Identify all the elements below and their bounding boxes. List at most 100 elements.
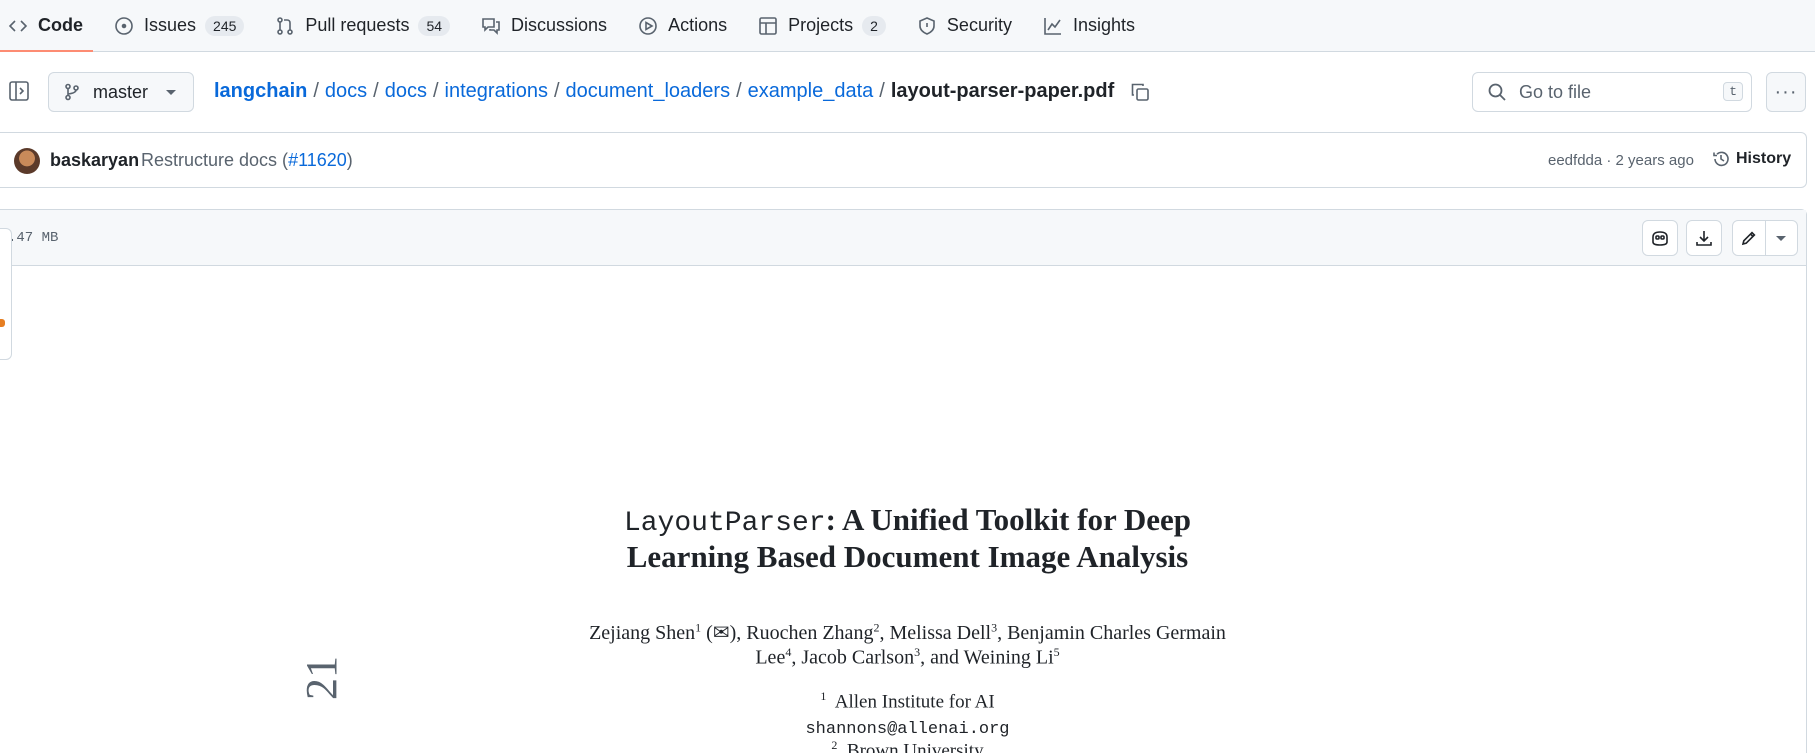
author-name: Jacob Carlson	[801, 646, 915, 669]
commit-sha-and-time[interactable]: eedfdda · 2 years ago	[1548, 152, 1694, 169]
copilot-icon	[1652, 231, 1668, 246]
pdf-margin-arxiv-text: 21	[297, 656, 346, 700]
pdf-authors-line-1: Zejiang Shen1 (✉), Ruochen Zhang2, Melis…	[0, 620, 1815, 645]
commit-author-link[interactable]: baskaryan	[50, 150, 139, 171]
tab-pull-requests[interactable]: Pull requests 54	[275, 0, 451, 52]
author-sep: (✉),	[701, 622, 747, 644]
author-sup: 5	[1053, 645, 1060, 659]
affiliation-sup: 2	[831, 738, 838, 752]
affiliation-name: Allen Institute for AI	[834, 691, 995, 713]
tab-pull-requests-label: Pull requests	[305, 15, 410, 35]
commit-pr-link[interactable]: #11620	[288, 150, 347, 170]
pdf-title-rest: : A Unified Toolkit for Deep	[825, 502, 1192, 537]
pulls-counter: 54	[418, 15, 451, 36]
chevron-down-icon	[1776, 235, 1787, 241]
graph-icon	[1044, 17, 1061, 35]
avatar[interactable]	[14, 148, 40, 174]
tab-security[interactable]: Security	[917, 0, 1012, 52]
breadcrumb-current-file: layout-parser-paper.pdf	[890, 80, 1115, 102]
breadcrumb-repo-link[interactable]: langchain	[214, 80, 307, 103]
breadcrumb-separator: /	[373, 80, 379, 102]
copy-icon	[1131, 83, 1150, 101]
breadcrumb-separator: /	[432, 80, 439, 102]
author-sep: , Benjamin Charles Germain	[997, 622, 1226, 644]
breadcrumb-example-data-link[interactable]: example_data	[748, 80, 874, 103]
search-icon	[1488, 83, 1506, 101]
file-path-bar: master langchain / docs / docs / integra…	[0, 52, 1815, 132]
tab-projects-label: Projects	[788, 15, 854, 35]
tab-discussions[interactable]: Discussions	[481, 0, 607, 52]
affiliation-name: Brown University	[846, 740, 984, 753]
copy-path-button[interactable]	[1130, 82, 1150, 102]
commit-message-text: Restructure docs (	[141, 150, 289, 170]
tab-code-label: Code	[38, 15, 83, 35]
tab-security-label: Security	[946, 15, 1012, 35]
breadcrumb-docs-docs-link[interactable]: docs	[385, 80, 427, 103]
tab-discussions-label: Discussions	[511, 15, 608, 35]
tab-actions[interactable]: Actions	[638, 0, 727, 52]
play-icon	[639, 16, 657, 35]
tab-issues[interactable]: Issues 245	[114, 0, 245, 52]
pull-request-icon	[277, 16, 294, 35]
tab-code[interactable]: Code	[0, 0, 93, 52]
issues-counter: 245	[205, 15, 245, 36]
tab-projects[interactable]: Projects 2	[758, 0, 886, 52]
edit-options-dropdown[interactable]	[1764, 221, 1797, 255]
pdf-email-1: shannons@allenai.org	[0, 716, 1815, 739]
author-name: Lee	[755, 646, 786, 669]
branch-name: master	[93, 81, 149, 102]
file-size: .47 MB	[8, 230, 59, 246]
breadcrumb: langchain / docs / docs / integrations /…	[214, 80, 1150, 103]
pdf-affiliation-2: 2 Brown University	[0, 738, 1815, 753]
sidebar-expand-icon	[9, 81, 29, 101]
pdf-preview: LayoutParser: A Unified Toolkit for Deep…	[0, 266, 1807, 753]
edit-button-group	[1732, 220, 1798, 256]
breadcrumb-integrations-link[interactable]: integrations	[445, 80, 548, 103]
projects-counter: 2	[862, 15, 886, 36]
tab-insights[interactable]: Insights	[1043, 0, 1135, 52]
breadcrumb-separator: /	[313, 80, 319, 102]
kebab-horizontal-icon: ···	[1774, 80, 1798, 103]
pdf-title-line-1: LayoutParser: A Unified Toolkit for Deep	[0, 502, 1815, 539]
latest-commit-bar: baskaryan Restructure docs (#11620) eedf…	[0, 132, 1807, 188]
history-button[interactable]: History	[1712, 150, 1791, 168]
discussion-icon	[482, 17, 500, 35]
more-options-button[interactable]: ···	[1766, 72, 1806, 112]
shield-icon	[919, 16, 935, 35]
tab-issues-label: Issues	[144, 15, 197, 35]
tab-insights-label: Insights	[1072, 15, 1135, 35]
pdf-title-line-2: Learning Based Document Image Analysis	[626, 539, 1189, 574]
history-label: History	[1736, 150, 1792, 167]
breadcrumb-document-loaders-link[interactable]: document_loaders	[566, 80, 731, 103]
pdf-authors-line-2: Lee4, Jacob Carlson3, and Weining Li5	[0, 645, 1815, 670]
download-raw-button[interactable]	[1686, 220, 1722, 256]
go-to-file-input[interactable]	[1519, 81, 1719, 103]
breadcrumb-docs-link[interactable]: docs	[325, 80, 367, 103]
commit-message[interactable]: Restructure docs (#11620)	[141, 150, 353, 171]
author-name: Melissa Dell	[889, 622, 992, 644]
breadcrumb-separator: /	[736, 80, 742, 102]
table-icon	[759, 16, 777, 35]
author-name: Weining Li	[963, 646, 1054, 669]
author-sep: ,	[791, 646, 802, 669]
pencil-icon	[1741, 231, 1756, 246]
pdf-title-mono: LayoutParser	[623, 508, 826, 539]
commit-message-end: )	[346, 150, 353, 170]
repo-nav: Code Issues 245 Pull requests 54 Discuss…	[0, 0, 1815, 52]
issue-icon	[115, 16, 133, 35]
branch-selector-button[interactable]: master	[48, 72, 194, 112]
author-sep: ,	[879, 622, 890, 644]
go-to-file-search[interactable]: t	[1472, 72, 1752, 112]
sidebar-toggle-button[interactable]	[8, 80, 30, 102]
download-icon	[1696, 231, 1712, 246]
copilot-button[interactable]	[1642, 220, 1678, 256]
history-icon	[1713, 151, 1729, 167]
author-name: Ruochen Zhang	[746, 622, 874, 644]
chevron-down-icon	[166, 89, 177, 95]
pdf-affiliation-1: 1 Allen Institute for AI	[0, 689, 1815, 713]
author-sep: , and	[920, 646, 964, 669]
tab-actions-label: Actions	[668, 15, 728, 35]
author-name: Zejiang Shen	[589, 622, 696, 644]
git-branch-icon	[65, 83, 79, 101]
edit-file-button[interactable]	[1733, 221, 1765, 255]
